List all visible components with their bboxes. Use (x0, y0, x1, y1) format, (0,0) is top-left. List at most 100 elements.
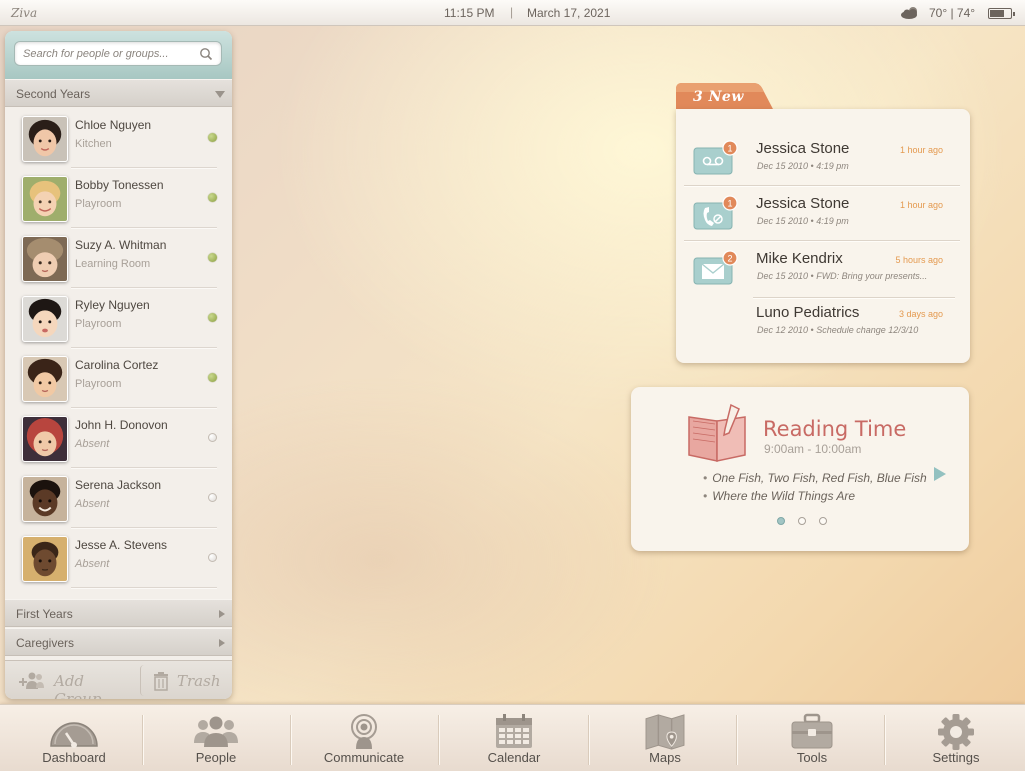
person-location: Absent (75, 438, 110, 450)
person-row[interactable]: Bobby Tonessen Playroom (5, 168, 232, 228)
people-icon (194, 716, 238, 747)
presence-indicator (208, 253, 217, 262)
mail-icon: 2 (693, 250, 738, 285)
person-row[interactable]: John H. Donovon Absent (5, 408, 232, 468)
maps-icon (645, 714, 685, 750)
book-item: Where the Wild Things Are (703, 487, 927, 505)
nav-separator (438, 715, 439, 765)
book-icon (688, 403, 746, 462)
search-box[interactable] (14, 41, 222, 66)
nav-dashboard[interactable]: Dashboard (0, 705, 148, 771)
search-icon[interactable] (199, 47, 213, 61)
bottom-nav: Dashboard People Communicate Calendar Ma… (0, 704, 1025, 771)
next-arrow-icon[interactable] (934, 467, 946, 481)
person-name: Suzy A. Whitman (75, 238, 167, 252)
avatar (22, 536, 68, 582)
nav-calendar[interactable]: Calendar (440, 705, 588, 771)
message-age: 1 hour ago (899, 145, 943, 155)
message-age: 5 hours ago (895, 255, 943, 265)
person-row[interactable]: Chloe Nguyen Kitchen (5, 108, 232, 168)
nav-label: Settings (932, 750, 980, 765)
message-sender: Mike Kendrix (756, 250, 843, 267)
message-row[interactable]: 1 Jessica Stone 1 hour ago Dec 15 2010 •… (676, 131, 970, 186)
presence-indicator (208, 493, 217, 502)
message-age: 1 hour ago (899, 200, 943, 210)
nav-communicate[interactable]: Communicate (290, 705, 438, 771)
add-group-label: Add Group (54, 672, 102, 699)
person-name: Ryley Nguyen (75, 298, 150, 312)
person-row[interactable]: Serena Jackson Absent (5, 468, 232, 528)
presence-indicator (208, 193, 217, 202)
person-row[interactable]: Carolina Cortez Playroom (5, 348, 232, 408)
group-header-first-years[interactable]: First Years (5, 599, 232, 627)
person-name: Bobby Tonessen (75, 178, 164, 192)
book-list: One Fish, Two Fish, Red Fish, Blue Fish … (703, 469, 927, 505)
group-header-current[interactable]: Second Years (5, 79, 232, 107)
presence-indicator (208, 553, 217, 562)
tools-icon (791, 713, 833, 749)
search-input[interactable] (23, 45, 193, 62)
nav-settings[interactable]: Settings (882, 705, 1025, 771)
nav-separator (588, 715, 589, 765)
app-name: Ziva (11, 6, 38, 20)
page-dot[interactable] (777, 517, 785, 525)
unread-count: 2 (727, 254, 732, 264)
new-messages-badge: 3 New (693, 89, 744, 105)
nav-tools[interactable]: Tools (738, 705, 886, 771)
dashboard-icon (50, 722, 98, 748)
nav-label: Dashboard (42, 750, 106, 765)
people-sidebar: Second Years Chloe Nguyen Kitchen Bobby … (5, 31, 232, 699)
trash-icon (154, 672, 168, 691)
avatar (22, 116, 68, 162)
person-location: Absent (75, 558, 110, 570)
battery-icon (988, 8, 1015, 19)
person-location: Learning Room (75, 258, 151, 270)
nav-label: Maps (649, 750, 681, 765)
message-sender: Jessica Stone (756, 195, 850, 212)
reading-title: Reading Time (763, 417, 907, 441)
presence-indicator (208, 433, 217, 442)
add-group-button[interactable]: Add Group (9, 665, 136, 699)
person-row[interactable]: Ryley Nguyen Playroom (5, 288, 232, 348)
page-dot[interactable] (798, 517, 806, 525)
page-dot[interactable] (819, 517, 827, 525)
sidebar-footer: Add Group Trash (5, 660, 232, 699)
person-name: Serena Jackson (75, 478, 162, 492)
chevron-right-icon (219, 639, 225, 647)
presence-indicator (208, 313, 217, 322)
avatar (22, 296, 68, 342)
nav-maps[interactable]: Maps (591, 705, 739, 771)
group-header-caregivers[interactable]: Caregivers (5, 628, 232, 656)
nav-label: Calendar (487, 750, 541, 765)
nav-separator (736, 715, 737, 765)
person-location: Kitchen (75, 138, 112, 150)
message-row[interactable]: 2 Mike Kendrix 5 hours ago Dec 15 2010 •… (676, 241, 970, 296)
chevron-down-icon (215, 91, 225, 98)
avatar (22, 416, 68, 462)
person-location: Absent (75, 498, 110, 510)
message-row[interactable]: 1 Jessica Stone 1 hour ago Dec 15 2010 •… (676, 186, 970, 241)
person-location: Playroom (75, 318, 122, 330)
trash-label: Trash (177, 672, 221, 690)
person-name: Carolina Cortez (75, 358, 159, 372)
message-row[interactable]: Luno Pediatrics 3 days ago Dec 12 2010 •… (676, 295, 970, 350)
calendar-icon (496, 714, 532, 748)
person-row[interactable]: Jesse A. Stevens Absent (5, 528, 232, 588)
reading-time-card[interactable]: Reading Time 9:00am - 10:00am One Fish, … (631, 387, 969, 551)
status-time: 11:15 PM (444, 6, 495, 20)
trash-button[interactable]: Trash (140, 665, 228, 696)
person-row[interactable]: Suzy A. Whitman Learning Room (5, 228, 232, 288)
communicate-icon (351, 714, 377, 749)
nav-people[interactable]: People (142, 705, 290, 771)
unread-count: 1 (727, 199, 732, 209)
message-meta: Dec 15 2010 • FWD: Bring your presents..… (757, 271, 928, 281)
people-list: Chloe Nguyen Kitchen Bobby Tonessen Play… (5, 108, 232, 588)
unread-count: 1 (727, 144, 732, 154)
group-header-label: Second Years (16, 87, 91, 101)
presence-indicator (208, 373, 217, 382)
chevron-right-icon (219, 610, 225, 618)
cloud-icon (901, 7, 917, 19)
person-location: Playroom (75, 378, 122, 390)
avatar (22, 476, 68, 522)
presence-indicator (208, 133, 217, 142)
